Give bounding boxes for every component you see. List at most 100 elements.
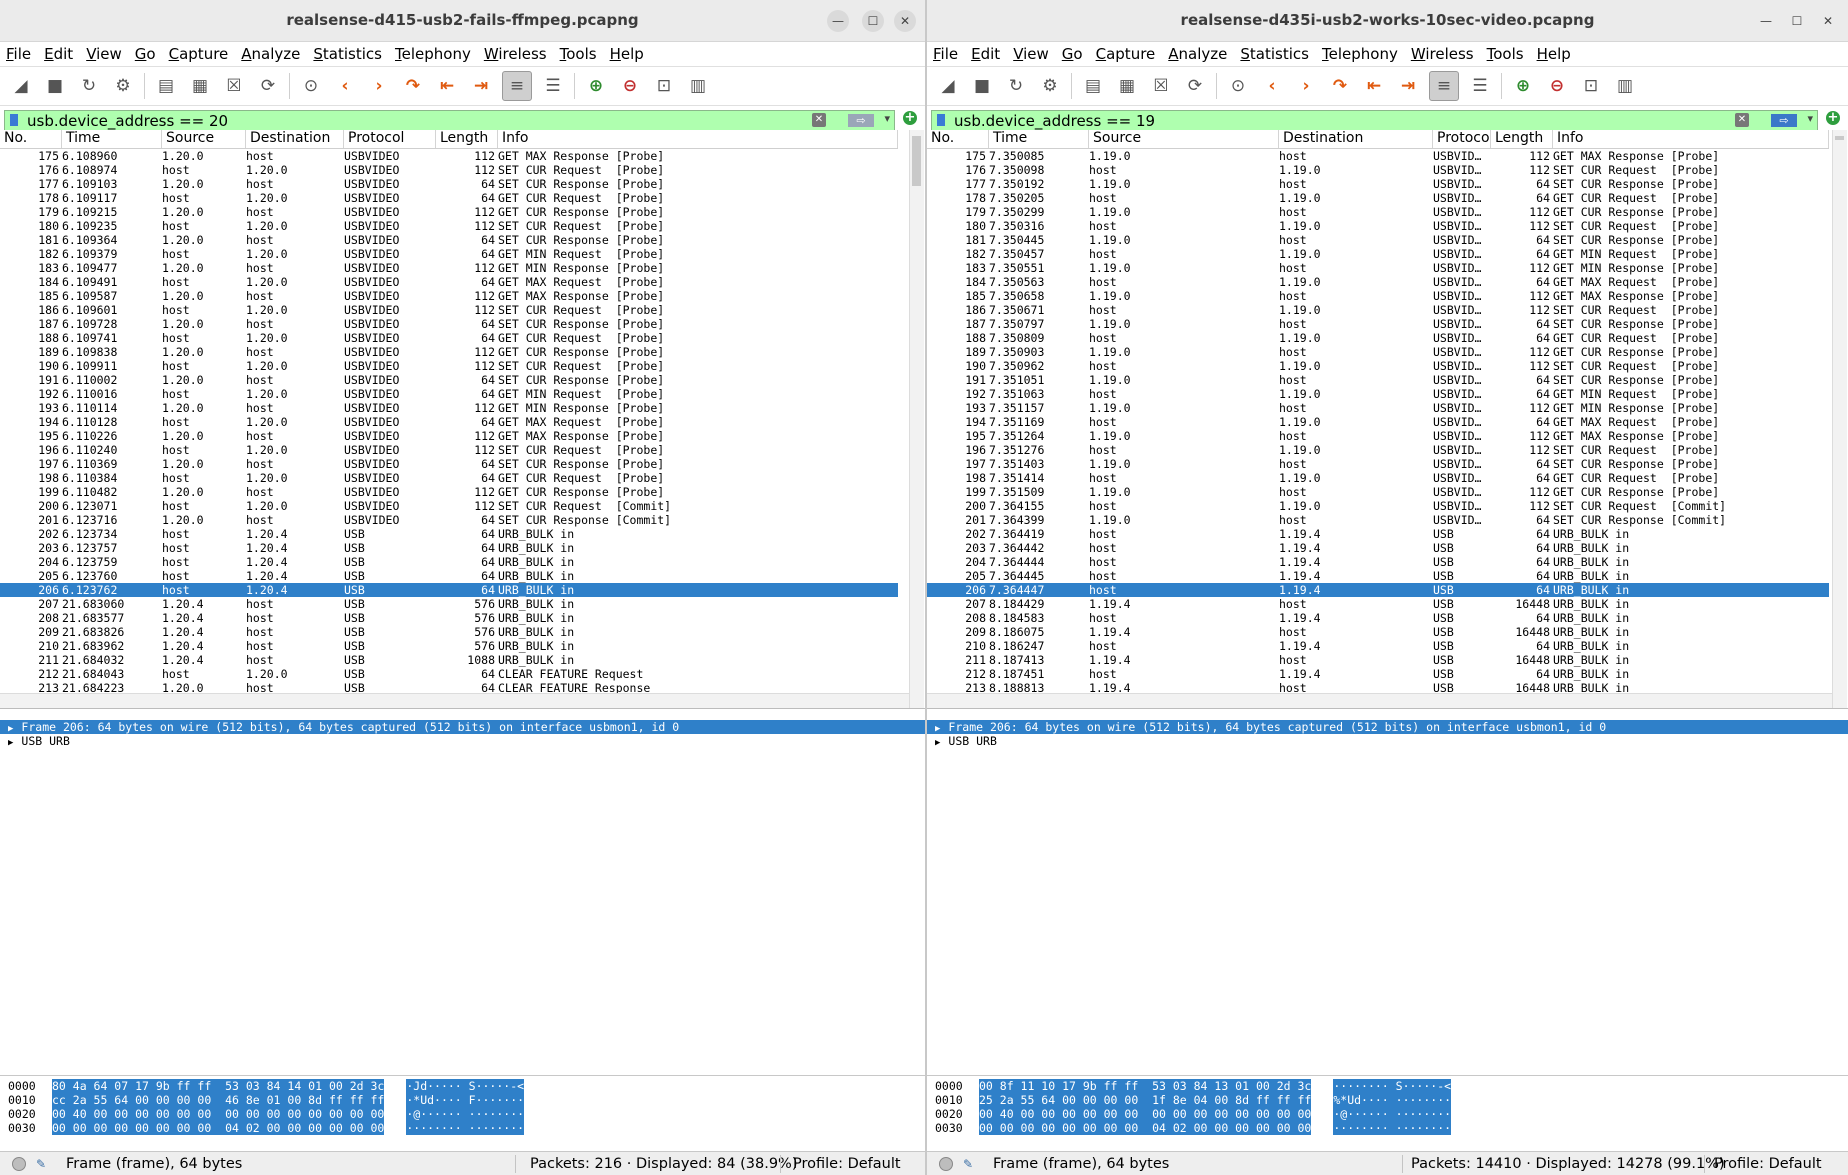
- menu-file[interactable]: File: [6, 45, 31, 63]
- edit-comment-icon[interactable]: ✎: [963, 1157, 977, 1171]
- packet-row[interactable]: 205 7.364445 host 1.19.4 USB 64 URB_BULK in: [927, 569, 1829, 583]
- hex-bytes[interactable]: 00 40 00 00 00 00 00 00 00 00 00 00 00 0…: [52, 1107, 385, 1121]
- scroll-thumb[interactable]: [1835, 136, 1844, 140]
- menu-telephony[interactable]: Telephony: [395, 45, 471, 63]
- zoom-out-icon[interactable]: ⊖: [1544, 73, 1570, 99]
- packet-row[interactable]: 198 7.351414 host 1.19.0 USBVID… 64 GET CUR Re…: [927, 471, 1829, 485]
- menu-capture[interactable]: Capture: [169, 45, 229, 63]
- status-profile[interactable]: Profile: Default: [1714, 1156, 1822, 1172]
- packet-row[interactable]: 209 21.683826 1.20.4 host USB 576 URB_BULK in: [0, 625, 898, 639]
- hex-bytes[interactable]: 00 8f 11 10 17 9b ff ff 53 03 84 13 01 0…: [979, 1079, 1312, 1093]
- close-file-icon[interactable]: ☒: [221, 73, 247, 99]
- menu-analyze[interactable]: Analyze: [241, 45, 300, 63]
- display-filter-input[interactable]: usb.device_address == 19 ✕ ⇨ ▾: [931, 110, 1818, 132]
- detail-usb-urb-row[interactable]: ▶ USB URB: [927, 734, 1848, 748]
- packet-row[interactable]: 175 6.108960 1.20.0 host USBVIDEO 112 GET MAX …: [0, 149, 898, 163]
- packet-row[interactable]: 179 6.109215 1.20.0 host USBVIDEO 112 GET CUR …: [0, 205, 898, 219]
- resize-columns-icon[interactable]: ▥: [1612, 73, 1638, 99]
- hex-bytes[interactable]: cc 2a 55 64 00 00 00 00 46 8e 01 00 8d f…: [52, 1093, 385, 1107]
- reload-icon[interactable]: ⟳: [1182, 73, 1208, 99]
- packet-row[interactable]: 206 7.364447 host 1.19.4 USB 64 URB_BULK in: [927, 583, 1829, 597]
- ascii-bytes[interactable]: %*Ud···· ········: [1333, 1093, 1452, 1107]
- add-filter-button-icon[interactable]: +: [903, 111, 917, 125]
- column-header-destination[interactable]: Destination: [246, 130, 344, 148]
- packet-row[interactable]: 175 7.350085 1.19.0 host USBVID… 112 GET MAX R…: [927, 149, 1829, 163]
- packet-row[interactable]: 178 6.109117 host 1.20.0 USBVIDEO 64 GET CUR R…: [0, 191, 898, 205]
- vertical-scrollbar[interactable]: [909, 130, 924, 708]
- packet-row[interactable]: 211 21.684032 1.20.4 host USB 1088 URB_BULK in: [0, 653, 898, 667]
- menu-go[interactable]: Go: [1062, 45, 1083, 63]
- expand-icon[interactable]: ▶: [935, 724, 940, 734]
- packet-row[interactable]: 201 6.123716 1.20.0 host USBVIDEO 64 SET CUR R…: [0, 513, 898, 527]
- column-header-length[interactable]: Length: [436, 130, 498, 148]
- zoom-in-icon[interactable]: ⊕: [1510, 73, 1536, 99]
- open-folder-icon[interactable]: ▤: [153, 73, 179, 99]
- vertical-scrollbar[interactable]: [1832, 130, 1847, 708]
- filter-history-dropdown-icon[interactable]: ▾: [884, 112, 890, 125]
- packet-row[interactable]: 186 7.350671 host 1.19.0 USBVID… 112 SET CUR R…: [927, 303, 1829, 317]
- stop-icon[interactable]: ■: [42, 73, 68, 99]
- packet-row[interactable]: 186 6.109601 host 1.20.0 USBVIDEO 112 SET CUR …: [0, 303, 898, 317]
- packet-row[interactable]: 188 6.109741 host 1.20.0 USBVIDEO 64 GET CUR R…: [0, 331, 898, 345]
- packet-row[interactable]: 180 6.109235 host 1.20.0 USBVIDEO 112 SET CUR …: [0, 219, 898, 233]
- reload-icon[interactable]: ⟳: [255, 73, 281, 99]
- colorize-icon[interactable]: ☰: [1467, 73, 1493, 99]
- packet-row[interactable]: 193 6.110114 1.20.0 host USBVIDEO 112 GET MIN …: [0, 401, 898, 415]
- menu-go[interactable]: Go: [135, 45, 156, 63]
- minimize-icon[interactable]: —: [1755, 10, 1777, 32]
- menu-help[interactable]: Help: [1537, 45, 1571, 63]
- packet-row[interactable]: 212 21.684043 host 1.20.0 USB 64 CLEAR FEATURE…: [0, 667, 898, 681]
- packet-row[interactable]: 195 7.351264 1.19.0 host USBVID… 112 GET MAX R…: [927, 429, 1829, 443]
- packet-row[interactable]: 189 6.109838 1.20.0 host USBVIDEO 112 GET CUR …: [0, 345, 898, 359]
- ascii-bytes[interactable]: ·Jd····· S·····-<: [406, 1079, 525, 1093]
- file-icon[interactable]: ▦: [1114, 73, 1140, 99]
- packet-row[interactable]: 180 7.350316 host 1.19.0 USBVID… 112 SET CUR R…: [927, 219, 1829, 233]
- packet-row[interactable]: 202 6.123734 host 1.20.4 USB 64 URB_BULK in: [0, 527, 898, 541]
- packet-row[interactable]: 200 6.123071 host 1.20.0 USBVIDEO 112 SET CUR …: [0, 499, 898, 513]
- packet-row[interactable]: 188 7.350809 host 1.19.0 USBVID… 64 GET CUR Re…: [927, 331, 1829, 345]
- title-bar[interactable]: realsense-d435i-usb2-works-10sec-video.p…: [927, 0, 1848, 42]
- menu-statistics[interactable]: Statistics: [313, 45, 382, 63]
- edit-comment-icon[interactable]: ✎: [36, 1157, 50, 1171]
- detail-usb-urb-row[interactable]: ▶ USB URB: [0, 734, 925, 748]
- last-packet-icon[interactable]: ⇥: [1395, 73, 1421, 99]
- column-header-no[interactable]: No.: [927, 130, 989, 148]
- packet-row[interactable]: 205 6.123760 host 1.20.4 USB 64 URB_BULK in: [0, 569, 898, 583]
- maximize-icon[interactable]: ☐: [1786, 10, 1808, 32]
- horizontal-scrollbar[interactable]: [0, 693, 909, 708]
- hex-bytes[interactable]: 00 00 00 00 00 00 00 00 04 02 00 00 00 0…: [979, 1121, 1312, 1135]
- packet-row[interactable]: 210 8.186247 host 1.19.4 USB 64 URB_BULK in: [927, 639, 1829, 653]
- scroll-thumb[interactable]: [912, 136, 921, 186]
- packet-row[interactable]: 200 7.364155 host 1.19.0 USBVID… 112 SET CUR R…: [927, 499, 1829, 513]
- file-icon[interactable]: ▦: [187, 73, 213, 99]
- packet-row[interactable]: 176 7.350098 host 1.19.0 USBVID… 112 SET CUR R…: [927, 163, 1829, 177]
- go-to-packet-icon[interactable]: ↷: [400, 73, 426, 99]
- autoscroll-icon[interactable]: ≡: [1429, 71, 1459, 101]
- close-file-icon[interactable]: ☒: [1148, 73, 1174, 99]
- first-packet-icon[interactable]: ⇤: [1361, 73, 1387, 99]
- packet-row[interactable]: 193 7.351157 1.19.0 host USBVID… 112 GET MIN R…: [927, 401, 1829, 415]
- packet-row[interactable]: 206 6.123762 host 1.20.4 USB 64 URB_BULK in: [0, 583, 898, 597]
- clear-filter-icon[interactable]: ✕: [812, 113, 826, 127]
- ascii-bytes[interactable]: ········ ········: [406, 1121, 525, 1135]
- packet-row[interactable]: 187 7.350797 1.19.0 host USBVID… 64 SET CUR Re…: [927, 317, 1829, 331]
- title-bar[interactable]: realsense-d415-usb2-fails-ffmpeg.pcapng …: [0, 0, 925, 42]
- menu-view[interactable]: View: [86, 45, 122, 63]
- ascii-bytes[interactable]: ········ ········: [1333, 1121, 1452, 1135]
- packet-row[interactable]: 207 21.683060 1.20.4 host USB 576 URB_BULK in: [0, 597, 898, 611]
- menu-edit[interactable]: Edit: [44, 45, 73, 63]
- find-icon[interactable]: ⊙: [1225, 73, 1251, 99]
- packet-row[interactable]: 182 7.350457 host 1.19.0 USBVID… 64 GET MIN Re…: [927, 247, 1829, 261]
- expert-info-icon[interactable]: [939, 1157, 953, 1171]
- packet-row[interactable]: 212 8.187451 host 1.19.4 USB 64 URB_BULK in: [927, 667, 1829, 681]
- bookmark-icon[interactable]: [10, 114, 18, 126]
- colorize-icon[interactable]: ☰: [540, 73, 566, 99]
- zoom-out-icon[interactable]: ⊖: [617, 73, 643, 99]
- column-header-destination[interactable]: Destination: [1279, 130, 1433, 148]
- packet-row[interactable]: 198 6.110384 host 1.20.0 USBVIDEO 64 GET CUR R…: [0, 471, 898, 485]
- packet-row[interactable]: 190 6.109911 host 1.20.0 USBVIDEO 112 SET CUR …: [0, 359, 898, 373]
- menu-file[interactable]: File: [933, 45, 958, 63]
- packet-row[interactable]: 184 7.350563 host 1.19.0 USBVID… 64 GET MAX Re…: [927, 275, 1829, 289]
- packet-row[interactable]: 177 6.109103 1.20.0 host USBVIDEO 64 SET CUR R…: [0, 177, 898, 191]
- hex-bytes[interactable]: 00 40 00 00 00 00 00 00 00 00 00 00 00 0…: [979, 1107, 1312, 1121]
